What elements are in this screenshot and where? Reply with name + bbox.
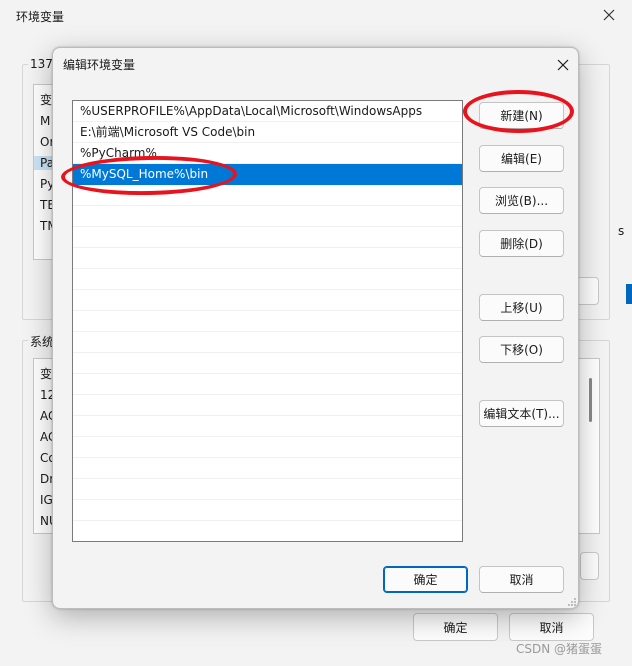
- empty-row[interactable]: [73, 206, 462, 227]
- edit-button[interactable]: 编辑(E): [479, 145, 564, 172]
- delete-button[interactable]: 删除(D): [479, 230, 564, 257]
- list-item[interactable]: M: [40, 114, 50, 128]
- empty-row[interactable]: [73, 353, 462, 374]
- empty-row[interactable]: [73, 248, 462, 269]
- empty-row[interactable]: [73, 458, 462, 479]
- close-icon[interactable]: [553, 55, 573, 75]
- list-item[interactable]: Pa: [34, 156, 54, 170]
- edit-environment-variable-dialog: 编辑环境变量 %USERPROFILE%\AppData\Local\Micro…: [52, 47, 579, 609]
- edit-text-button[interactable]: 编辑文本(T)...: [479, 400, 564, 427]
- dialog-title: 编辑环境变量: [63, 58, 136, 72]
- cancel-button[interactable]: 取消: [479, 566, 564, 593]
- path-row[interactable]: %PyCharm%: [73, 143, 462, 164]
- dialog-titlebar: 编辑环境变量: [53, 48, 578, 80]
- move-down-button[interactable]: 下移(O): [479, 336, 564, 363]
- empty-row[interactable]: [73, 185, 462, 206]
- empty-row[interactable]: [73, 416, 462, 437]
- list-item[interactable]: IG: [40, 493, 53, 507]
- empty-row[interactable]: [73, 311, 462, 332]
- empty-row[interactable]: [73, 269, 462, 290]
- right-edge-text: s: [618, 224, 625, 238]
- list-header: 变: [40, 367, 53, 381]
- empty-row[interactable]: [73, 374, 462, 395]
- scrollbar-thumb[interactable]: [589, 378, 592, 422]
- bg-accent-strip: [626, 284, 632, 304]
- bg-ok-button[interactable]: 确定: [413, 613, 498, 641]
- path-row[interactable]: E:\前端\Microsoft VS Code\bin: [73, 122, 462, 143]
- bg-system-button[interactable]: [580, 552, 599, 580]
- browse-button[interactable]: 浏览(B)...: [479, 187, 564, 214]
- path-row-selected[interactable]: %MySQL_Home%\bin: [73, 164, 462, 185]
- empty-row[interactable]: [73, 500, 462, 521]
- resize-grip-icon[interactable]: [567, 597, 577, 607]
- watermark: CSDN @猪蛋蛋: [516, 642, 603, 656]
- empty-row[interactable]: [73, 395, 462, 416]
- move-up-button[interactable]: 上移(U): [479, 294, 564, 321]
- path-list[interactable]: %USERPROFILE%\AppData\Local\Microsoft\Wi…: [72, 100, 463, 542]
- bg-right-edge: s: [618, 50, 632, 666]
- empty-row[interactable]: [73, 437, 462, 458]
- bg-cancel-button[interactable]: 取消: [509, 613, 594, 641]
- close-icon[interactable]: [599, 5, 619, 25]
- empty-row[interactable]: [73, 227, 462, 248]
- empty-row[interactable]: [73, 479, 462, 500]
- empty-row[interactable]: [73, 332, 462, 353]
- empty-row[interactable]: [73, 290, 462, 311]
- path-row[interactable]: %USERPROFILE%\AppData\Local\Microsoft\Wi…: [73, 101, 462, 122]
- new-button[interactable]: 新建(N): [479, 102, 564, 129]
- ok-button[interactable]: 确定: [383, 566, 468, 593]
- bg-window-title: 环境变量: [16, 10, 65, 24]
- bg-titlebar: 环境变量: [0, 0, 632, 34]
- list-header: 变: [40, 93, 53, 107]
